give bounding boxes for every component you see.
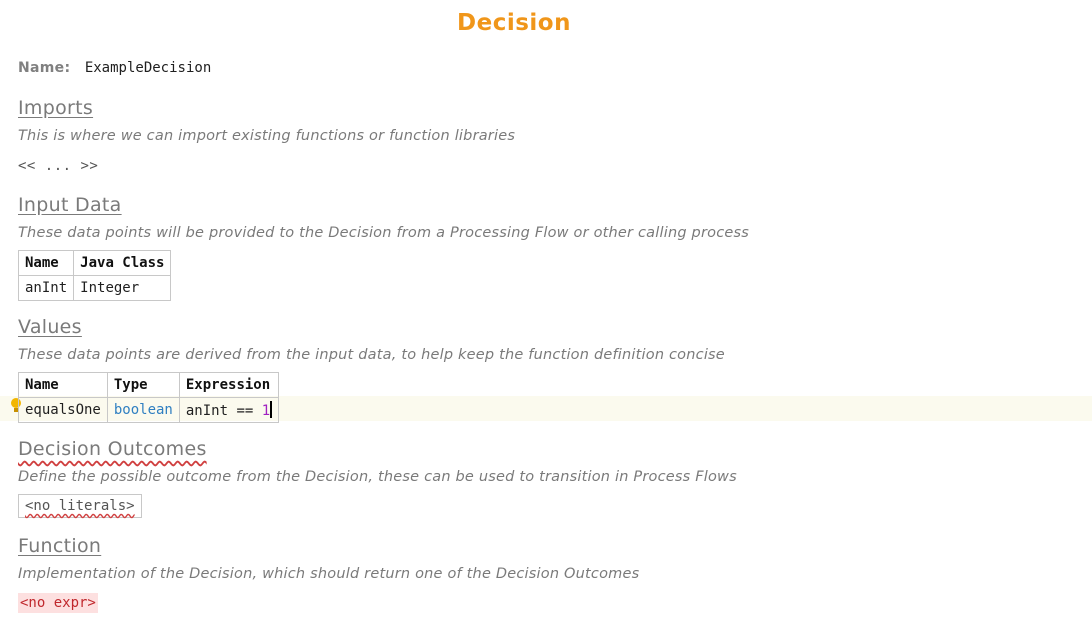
- values-heading: Values: [18, 316, 82, 338]
- function-heading: Function: [18, 535, 102, 557]
- input-name-cell[interactable]: anInt: [17, 275, 75, 301]
- decision-outcomes-description: Define the possible outcome from the Dec…: [18, 469, 737, 485]
- column-header-name: Name: [17, 250, 75, 276]
- table-row[interactable]: anInt Integer: [17, 275, 172, 301]
- imports-placeholder[interactable]: << ... >>: [18, 158, 98, 174]
- values-description: These data points are derived from the i…: [18, 347, 725, 363]
- imports-description: This is where we can import existing fun…: [18, 128, 516, 144]
- table-row[interactable]: equalsOne boolean anInt == 1: [18, 397, 280, 423]
- column-header-type: Type: [106, 372, 180, 398]
- name-label: Name:: [18, 60, 71, 76]
- value-type-cell[interactable]: boolean: [106, 397, 180, 423]
- decision-name-row: Name: ExampleDecision: [18, 60, 211, 76]
- input-data-heading: Input Data: [18, 194, 122, 216]
- page-title: Decision: [457, 10, 571, 36]
- decision-outcomes-heading: Decision Outcomes: [18, 438, 207, 460]
- values-table: Name Type Expression equalsOne boolean a…: [18, 372, 280, 423]
- decision-name-field[interactable]: ExampleDecision: [85, 60, 211, 76]
- imports-heading: Imports: [18, 97, 94, 119]
- column-header-expression: Expression: [178, 372, 280, 398]
- text-caret: [270, 401, 273, 418]
- input-data-description: These data points will be provided to th…: [18, 225, 749, 241]
- input-data-table: Name Java Class anInt Integer: [17, 250, 172, 301]
- column-header-java-class: Java Class: [73, 250, 172, 276]
- input-java-class-cell[interactable]: Integer: [73, 275, 172, 301]
- column-header-name: Name: [18, 372, 108, 398]
- expression-number: 1: [261, 403, 271, 419]
- value-expression-cell[interactable]: anInt == 1: [178, 397, 280, 423]
- expression-text: anInt ==: [185, 403, 262, 419]
- outcomes-literal-box[interactable]: <no literals>: [18, 494, 142, 518]
- outcomes-placeholder: <no literals>: [25, 498, 135, 514]
- function-expression-placeholder[interactable]: <no expr>: [18, 593, 98, 613]
- table-header-row: Name Java Class: [17, 250, 172, 276]
- value-name-cell[interactable]: equalsOne: [18, 397, 108, 423]
- function-description: Implementation of the Decision, which sh…: [18, 566, 640, 582]
- table-header-row: Name Type Expression: [18, 372, 280, 398]
